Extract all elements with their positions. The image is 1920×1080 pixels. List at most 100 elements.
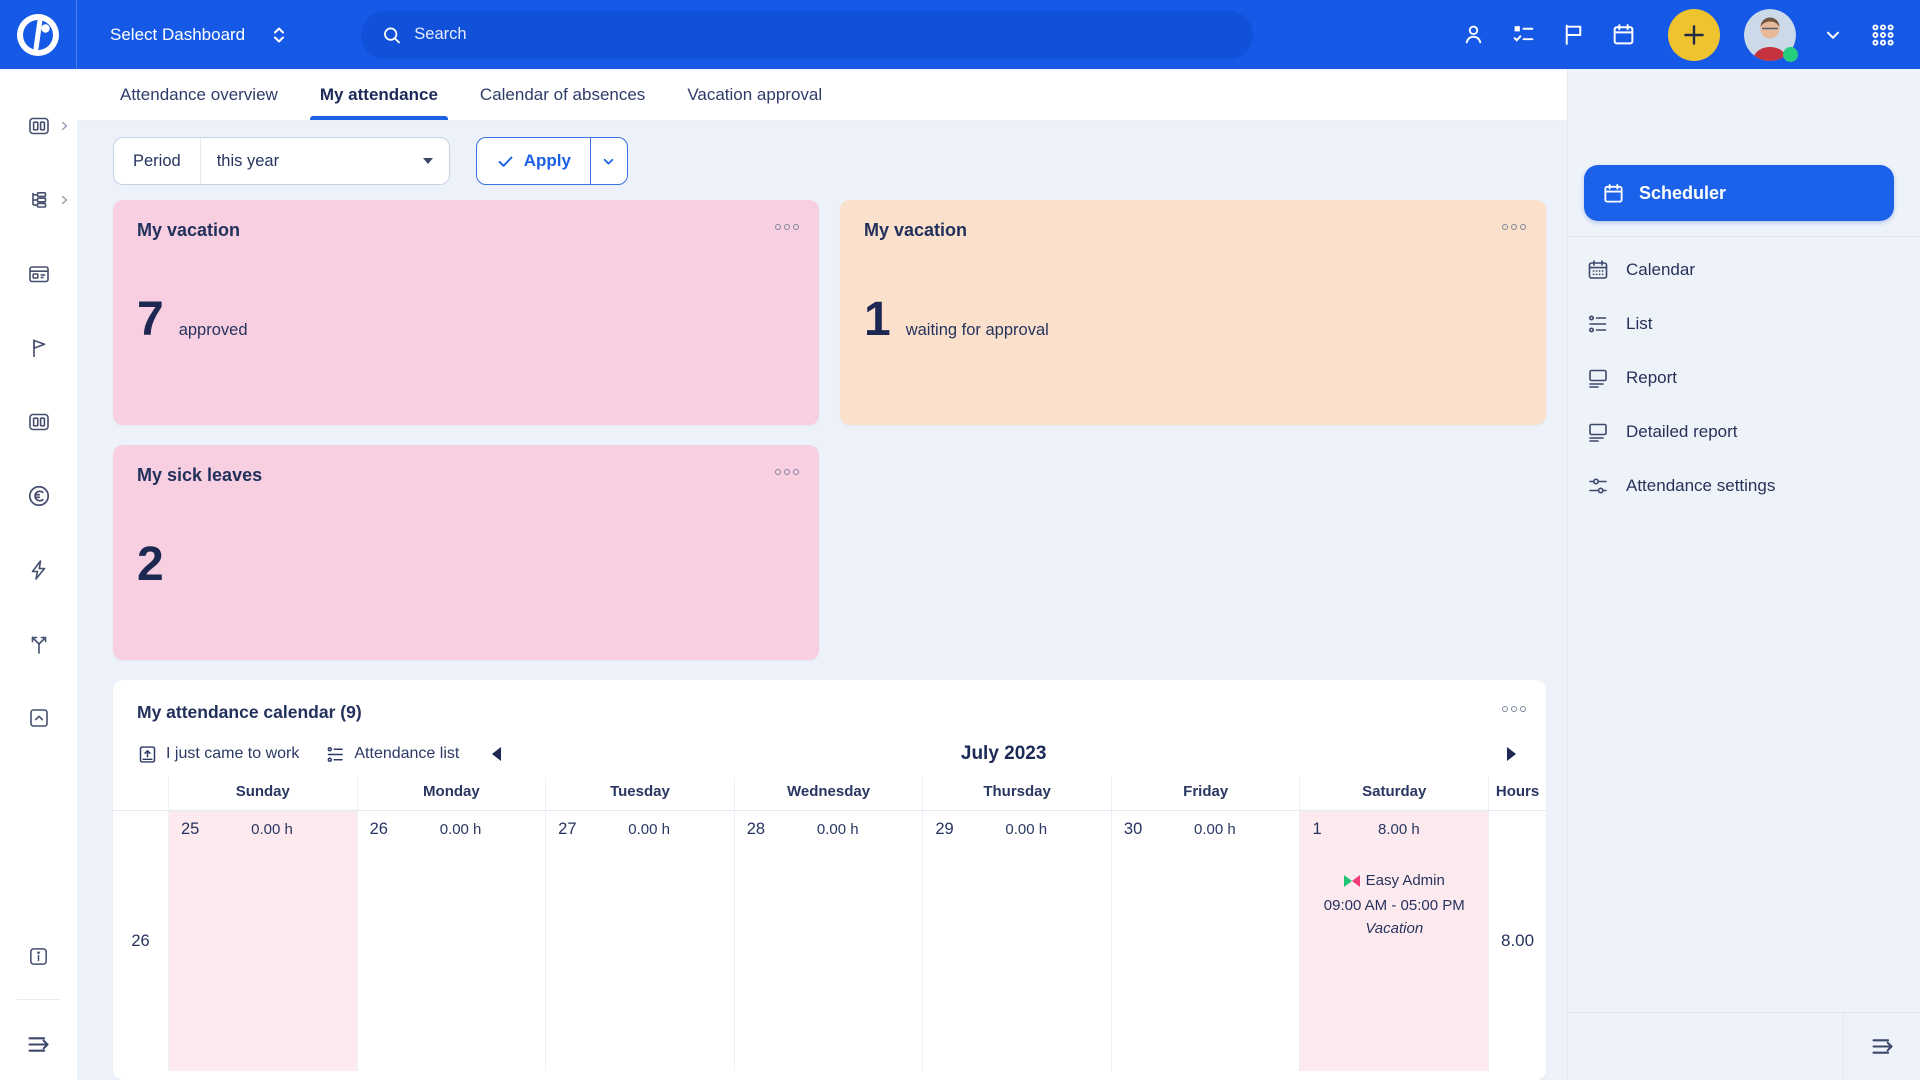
tab-vacation-approval[interactable]: Vacation approval [677, 69, 832, 120]
app-logo[interactable] [0, 0, 77, 69]
card-menu-button[interactable] [1502, 224, 1526, 230]
tasks-icon[interactable] [1510, 22, 1536, 48]
search-input[interactable] [414, 25, 1233, 44]
tab-attendance-overview[interactable]: Attendance overview [110, 69, 288, 120]
next-month-button[interactable] [1500, 743, 1522, 765]
quick-add-button[interactable] [1668, 9, 1720, 61]
sidebar-item-dashboards[interactable] [0, 89, 77, 163]
day-cell-thursday[interactable]: 29 0.00 h [922, 811, 1111, 1071]
easy-project-logo-icon [14, 11, 62, 59]
panel-collapse-button[interactable] [1843, 1013, 1920, 1080]
sidebar-item-pages[interactable] [0, 237, 77, 311]
dashboard-selector-label: Select Dashboard [110, 25, 245, 45]
flag-icon[interactable] [1560, 22, 1586, 48]
user-avatar[interactable] [1744, 9, 1796, 61]
account-chevron-down-icon[interactable] [1820, 22, 1846, 48]
sidebar-item-quick-actions[interactable] [0, 533, 77, 607]
came-to-work-button[interactable]: I just came to work [137, 744, 299, 765]
week-total-hours: 8.00 [1488, 811, 1546, 1071]
day-number: 30 [1124, 820, 1142, 839]
came-to-work-label: I just came to work [166, 745, 299, 763]
calendar-menu-button[interactable] [1502, 706, 1526, 712]
caret-down-icon [423, 158, 433, 164]
tab-my-attendance[interactable]: My attendance [310, 69, 448, 120]
expand-menu-icon [25, 1031, 52, 1058]
day-hours: 0.00 h [577, 821, 722, 838]
box-chevron-up-icon [27, 706, 51, 730]
day-cell-sunday[interactable]: 25 0.00 h [168, 811, 357, 1071]
calendar-week-row: 26 25 0.00 h 26 0.00 h [113, 811, 1546, 1071]
split-arrows-icon [27, 632, 51, 656]
day-number: 25 [181, 820, 199, 839]
card-my-vacation-waiting: My vacation 1 waiting for approval [840, 200, 1546, 425]
sidebar-item-info[interactable] [0, 927, 77, 985]
sidebar-item-milestones[interactable] [0, 311, 77, 385]
card-value: 1 [864, 292, 890, 347]
left-sidebar [0, 69, 77, 1080]
day-hours: 0.00 h [1142, 821, 1287, 838]
menu-item-list[interactable]: List [1584, 297, 1894, 351]
calendar-title: My attendance calendar (9) [137, 702, 362, 723]
card-menu-button[interactable] [775, 469, 799, 475]
check-icon [496, 152, 515, 171]
scheduler-button-label: Scheduler [1639, 183, 1726, 204]
card-my-vacation-approved: My vacation 7 approved [113, 200, 819, 425]
day-cell-wednesday[interactable]: 28 0.00 h [734, 811, 923, 1071]
dashboard-selector[interactable]: Select Dashboard [110, 23, 291, 47]
weekday-label: Thursday [922, 777, 1111, 810]
day-hours: 0.00 h [954, 821, 1099, 838]
card-value: 7 [137, 292, 163, 347]
select-updown-icon [267, 23, 291, 47]
scheduler-button[interactable]: Scheduler [1584, 165, 1894, 221]
hours-column-label: Hours [1488, 777, 1546, 810]
calendar-month-label: July 2023 [507, 743, 1500, 765]
day-hours: 8.00 h [1322, 821, 1476, 838]
sidebar-item-modules[interactable] [0, 385, 77, 459]
sidebar-item-workflow[interactable] [0, 607, 77, 681]
day-hours: 0.00 h [199, 821, 344, 838]
attendance-list-button[interactable]: Attendance list [325, 744, 459, 765]
profile-icon[interactable] [1460, 22, 1486, 48]
apply-options-button[interactable] [590, 138, 627, 184]
sidebar-item-archive[interactable] [0, 681, 77, 755]
vacation-event[interactable]: Easy Admin 09:00 AM - 05:00 PM Vacation [1300, 869, 1488, 940]
weekday-label: Friday [1111, 777, 1300, 810]
sidebar-collapse-button[interactable] [0, 1014, 77, 1074]
card-menu-button[interactable] [775, 224, 799, 230]
prev-month-button[interactable] [485, 743, 507, 765]
period-label: Period [114, 138, 201, 184]
card-caption: waiting for approval [906, 321, 1049, 340]
weekday-label: Wednesday [734, 777, 923, 810]
day-cell-monday[interactable]: 26 0.00 h [357, 811, 546, 1071]
topbar: Select Dashboard [0, 0, 1920, 69]
event-person: Easy Admin [1366, 869, 1445, 892]
clock-in-icon [137, 744, 158, 765]
calendar-icon[interactable] [1610, 22, 1636, 48]
flag-pennant-icon [27, 336, 51, 360]
day-cell-tuesday[interactable]: 27 0.00 h [545, 811, 734, 1071]
sidebar-item-project-tree[interactable] [0, 163, 77, 237]
sidebar-item-finance[interactable] [0, 459, 77, 533]
menu-item-label: Detailed report [1626, 422, 1738, 442]
menu-item-attendance-settings[interactable]: Attendance settings [1584, 459, 1894, 513]
sliders-icon [1586, 474, 1610, 498]
menu-item-calendar[interactable]: Calendar [1584, 243, 1894, 297]
day-cell-saturday[interactable]: 1 8.00 h Easy Admin 09:00 AM - 05:00 PM … [1299, 811, 1488, 1071]
menu-item-detailed-report[interactable]: Detailed report [1584, 405, 1894, 459]
tab-calendar-of-absences[interactable]: Calendar of absences [470, 69, 655, 120]
checklist-icon [325, 744, 346, 765]
weekday-label: Tuesday [545, 777, 734, 810]
day-cell-friday[interactable]: 30 0.00 h [1111, 811, 1300, 1071]
weekday-label: Monday [357, 777, 546, 810]
apps-grid-icon[interactable] [1870, 22, 1896, 48]
calendar-grid-icon [1586, 258, 1610, 282]
menu-item-report[interactable]: Report [1584, 351, 1894, 405]
topbar-actions [1460, 9, 1920, 61]
chevron-down-icon [600, 153, 617, 170]
checklist-icon [1586, 312, 1610, 336]
global-search[interactable] [361, 11, 1253, 59]
period-select[interactable]: this year [201, 138, 449, 184]
expand-menu-icon [1869, 1033, 1896, 1060]
event-type: Vacation [1365, 920, 1423, 937]
apply-button[interactable]: Apply [477, 138, 590, 184]
